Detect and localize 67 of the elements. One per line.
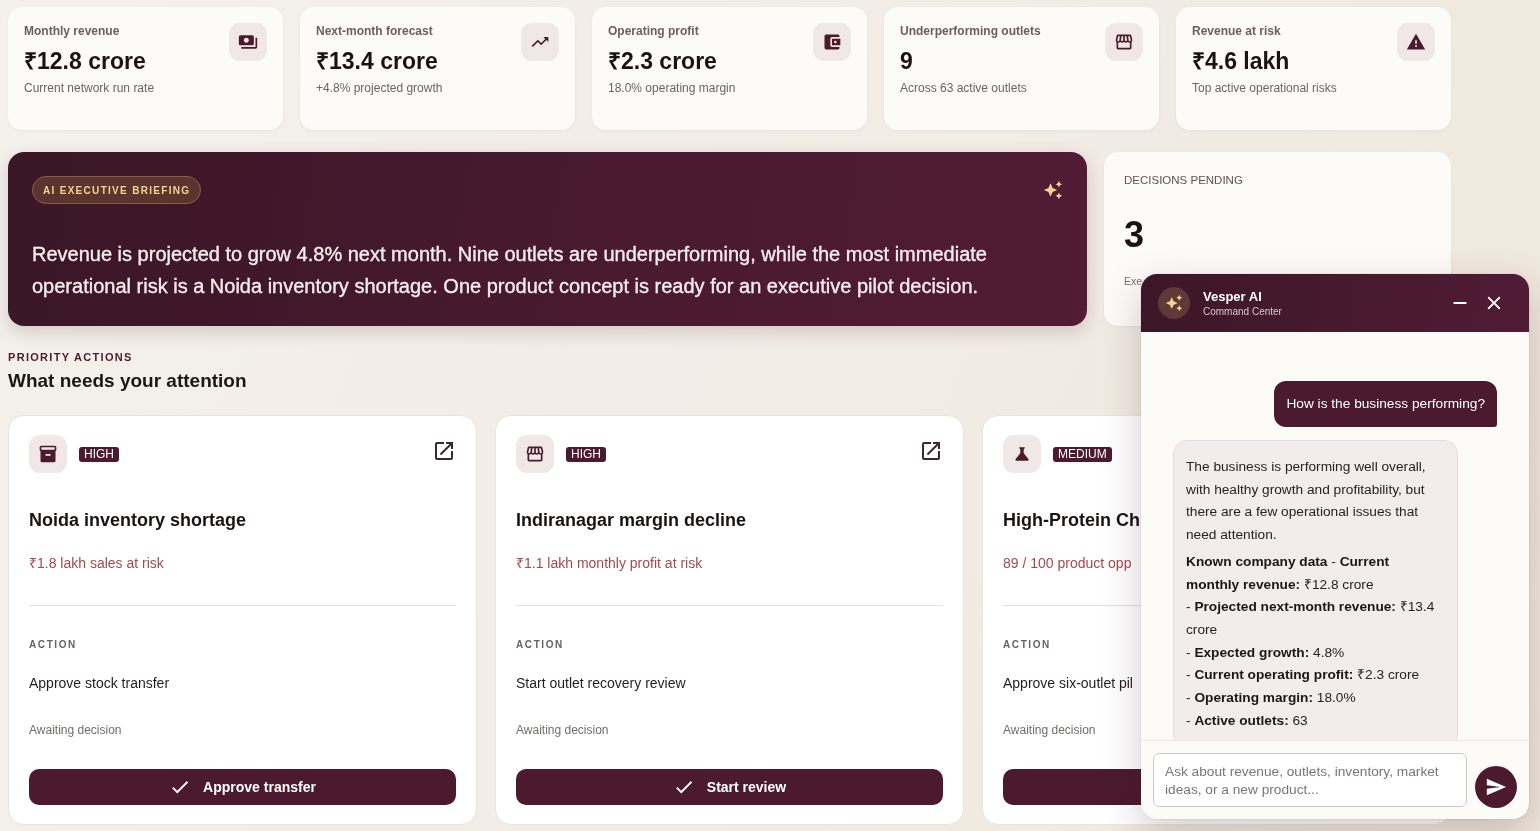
action-text: Approve six-outlet pil [1003,674,1133,693]
message-text: Known company data - Current monthly revenue: ₹12.8 crore [1186,552,1391,594]
cash-icon [229,23,267,61]
message-text: The business is performing well overall, with healthy growth and profitability, but there are a few operational issues that need attention. [1186,458,1427,545]
action-text: Approve stock transfer [29,674,170,693]
kpi-label: Monthly revenue [24,23,120,39]
action-button[interactable]: Approve transfer [29,769,456,805]
sparkle-icon [1043,180,1063,200]
message-text: - Expected growth: 4.8% [1186,643,1346,662]
card-title: Indiranagar margin decline [516,509,747,532]
kpi-note: 18.0% operating margin [608,80,736,96]
chat-title: Vesper AI [1203,288,1262,305]
sparkle-avatar-icon [1158,287,1190,319]
external-link-icon[interactable] [432,439,456,463]
kpi-label: Next-month forecast [316,23,433,39]
priority-badge: HIGH [79,446,119,462]
message-text: - Active outlets: 63 [1186,711,1309,730]
kpi-value: ₹13.4 crore [316,47,438,75]
kpi-label: Underperforming outlets [900,23,1041,39]
send-button[interactable] [1475,766,1517,808]
priority-badge: MEDIUM [1053,446,1112,462]
section-title: What needs your attention [8,369,247,393]
warning-icon [1397,23,1435,61]
kpi-note: +4.8% projected growth [316,80,443,96]
kpi-note: Top active operational risks [1192,80,1337,96]
kpi-value: ₹4.6 lakh [1192,47,1290,75]
decisions-label: DECISIONS PENDING [1124,173,1243,188]
user-message: How is the business performing? [1274,381,1497,427]
decisions-note: Exe [1124,274,1143,288]
archive-box-icon [29,435,67,473]
message-text: - Current operating profit: ₹2.3 crore [1186,666,1421,685]
action-label: ACTION [516,638,564,652]
action-label: ACTION [1003,638,1051,652]
kpi-note: Across 63 active outlets [900,80,1027,96]
impact-text: ₹1.8 lakh sales at risk [29,554,164,573]
card-title: High-Protein Ch [1003,509,1140,532]
impact-text: 89 / 100 product opp [1003,554,1132,573]
status-text: Awaiting decision [29,722,122,738]
action-button[interactable]: Start review [516,769,943,805]
kpi-label: Revenue at risk [1192,23,1281,39]
kpi-value: 9 [900,47,913,75]
impact-text: ₹1.1 lakh monthly profit at risk [516,554,703,573]
status-text: Awaiting decision [1003,722,1096,738]
kpi-label: Operating profit [608,23,699,39]
action-text: Start outlet recovery review [516,674,686,693]
chat-subtitle: Command Center [1203,305,1282,318]
store-icon [1105,23,1143,61]
message-text: - Projected next-month revenue: ₹13.4 crore [1186,598,1436,639]
briefing-badge: AI EXECUTIVE BRIEFING [32,176,202,204]
external-link-icon[interactable] [919,439,943,463]
message-text: - Operating margin: 18.0% [1186,689,1357,708]
briefing-text: Revenue is projected to grow 4.8% next month. Nine outlets are underperforming, while the most immediate operational risk is a Noida inventory shortage. One product concept is ready for an executive pilot decision. [32,242,988,299]
status-text: Awaiting decision [516,722,609,738]
priority-badge: HIGH [566,446,606,462]
trend-up-icon [521,23,559,61]
action-label: ACTION [29,638,77,652]
kpi-value: ₹12.8 crore [24,47,146,75]
kpi-note: Current network run rate [24,80,155,96]
section-eyebrow: PRIORITY ACTIONS [8,350,133,364]
store-icon [516,435,554,473]
wallet-icon [813,23,851,61]
send-icon [1485,776,1507,798]
decisions-count: 3 [1124,214,1145,256]
card-title: Noida inventory shortage [29,509,247,532]
chat-input[interactable]: Ask about revenue, outlets, inventory, market ideas, or a new product... [1153,753,1467,807]
kpi-value: ₹2.3 crore [608,47,717,75]
flask-icon [1003,435,1041,473]
